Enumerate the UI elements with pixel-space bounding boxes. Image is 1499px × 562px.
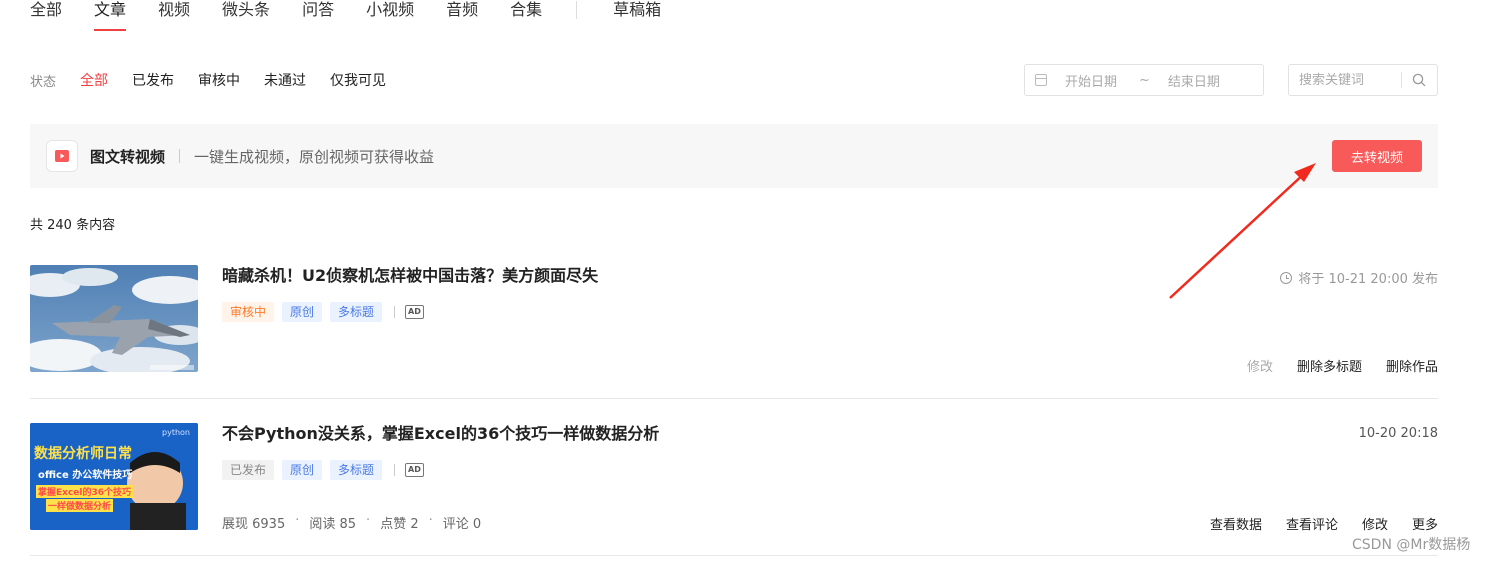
tab-videos[interactable]: 视频 [158,0,190,32]
delete-multi-title-button[interactable]: 删除多标题 [1297,356,1362,375]
date-range-separator: ~ [1139,72,1150,88]
stat-impressions: 展现 6935 [222,517,286,532]
start-date-placeholder[interactable]: 开始日期 [1065,71,1117,90]
watermark: CSDN @Mr数据杨 [1352,537,1471,553]
video-convert-icon [46,140,78,172]
tag-divider [394,306,396,318]
date-range-picker[interactable]: 开始日期 ~ 结束日期 [1024,64,1264,96]
view-data-button[interactable]: 查看数据 [1210,514,1262,533]
stat-separator: · [366,513,371,528]
text-to-video-banner: 图文转视频 一键生成视频，原创视频可获得收益 去转视频 [30,124,1438,188]
article-tags: 已发布 原创 多标题 AD [222,460,424,480]
row-divider [30,555,1438,556]
more-button[interactable]: 更多 [1412,514,1438,533]
status-private[interactable]: 仅我可见 [330,70,386,90]
banner-title: 图文转视频 [90,147,166,166]
tab-articles[interactable]: 文章 [94,0,127,32]
tab-micro-posts[interactable]: 微头条 [222,0,270,32]
clock-icon [1280,271,1293,284]
thumbnail-headline: 数据分析师日常 [34,446,132,462]
stat-comments: 评论 0 [442,517,482,532]
multi-title-badge: 多标题 [330,460,383,480]
row-divider [30,398,1438,399]
tab-divider [576,1,578,19]
thumbnail-line4: 一样做数据分析 [46,499,114,512]
tab-all[interactable]: 全部 [30,0,62,32]
calendar-icon [1035,74,1047,86]
thumbnail-subline: office 办公软件技巧 [38,470,133,481]
content-type-tabs: 全部 文章 视频 微头条 问答 小视频 音频 合集 草稿箱 [30,0,693,34]
article-title[interactable]: 不会Python没关系，掌握Excel的36个技巧一样做数据分析 [222,423,659,445]
banner-divider [179,149,181,163]
status-filter: 状态 全部 已发布 审核中 未通过 仅我可见 [30,70,410,90]
view-comments-button[interactable]: 查看评论 [1286,514,1338,533]
article-thumbnail[interactable]: python 数据分析师日常 office 办公软件技巧 掌握Excel的36个… [30,423,198,530]
article-actions: 修改 删除多标题 删除作品 [1223,356,1438,375]
stat-likes: 点赞 2 [380,517,419,532]
ad-icon: AD [405,463,424,477]
publish-time: 10-20 20:18 [1359,426,1438,441]
thumbnail-corner-text: python [162,428,190,437]
scheduled-publish-time: 将于 10-21 20:00 发布 [1280,268,1438,287]
status-all[interactable]: 全部 [80,70,108,90]
article-actions: 查看数据 查看评论 修改 更多 [1186,514,1438,533]
stat-separator: · [295,513,300,528]
stat-separator: · [428,513,433,528]
original-badge: 原创 [282,460,323,480]
multi-title-badge: 多标题 [330,302,383,322]
tab-short-videos[interactable]: 小视频 [366,0,414,32]
stat-reads: 阅读 85 [309,517,357,532]
article-title[interactable]: 暗藏杀机！U2侦察机怎样被中国击落？美方颜面尽失 [222,265,598,287]
tag-divider [394,464,396,476]
ad-icon: AD [405,305,424,319]
article-stats: 展现 6935 · 阅读 85 · 点赞 2 · 评论 0 [222,513,481,532]
list-item: python 数据分析师日常 office 办公软件技巧 掌握Excel的36个… [30,423,1438,555]
tab-collections[interactable]: 合集 [510,0,542,32]
status-published[interactable]: 已发布 [132,70,174,90]
tab-audio[interactable]: 音频 [446,0,478,32]
status-badge: 审核中 [222,302,275,322]
banner-description: 一键生成视频，原创视频可获得收益 [194,147,435,166]
article-thumbnail[interactable] [30,265,198,372]
total-count: 共 240 条内容 [30,218,116,233]
list-item: 暗藏杀机！U2侦察机怎样被中国击落？美方颜面尽失 审核中 原创 多标题 AD 将… [30,265,1438,397]
delete-article-button[interactable]: 删除作品 [1386,356,1438,375]
search-box [1288,64,1438,96]
edit-button[interactable]: 修改 [1362,514,1388,533]
end-date-placeholder[interactable]: 结束日期 [1168,71,1220,90]
status-rejected[interactable]: 未通过 [264,70,306,90]
tab-qa[interactable]: 问答 [302,0,334,32]
search-input[interactable] [1289,66,1401,94]
article-tags: 审核中 原创 多标题 AD [222,302,424,322]
status-badge: 已发布 [222,460,275,480]
status-filter-label: 状态 [30,74,57,90]
edit-button[interactable]: 修改 [1247,356,1273,375]
status-under-review[interactable]: 审核中 [198,70,240,90]
search-icon[interactable] [1402,66,1437,94]
publish-time-text: 将于 10-21 20:00 发布 [1298,272,1438,287]
publish-time-text: 10-20 20:18 [1358,426,1438,441]
convert-to-video-button[interactable]: 去转视频 [1332,140,1422,172]
original-badge: 原创 [282,302,323,322]
tab-drafts[interactable]: 草稿箱 [613,0,661,32]
thumbnail-line3: 掌握Excel的36个技巧 [36,485,134,498]
